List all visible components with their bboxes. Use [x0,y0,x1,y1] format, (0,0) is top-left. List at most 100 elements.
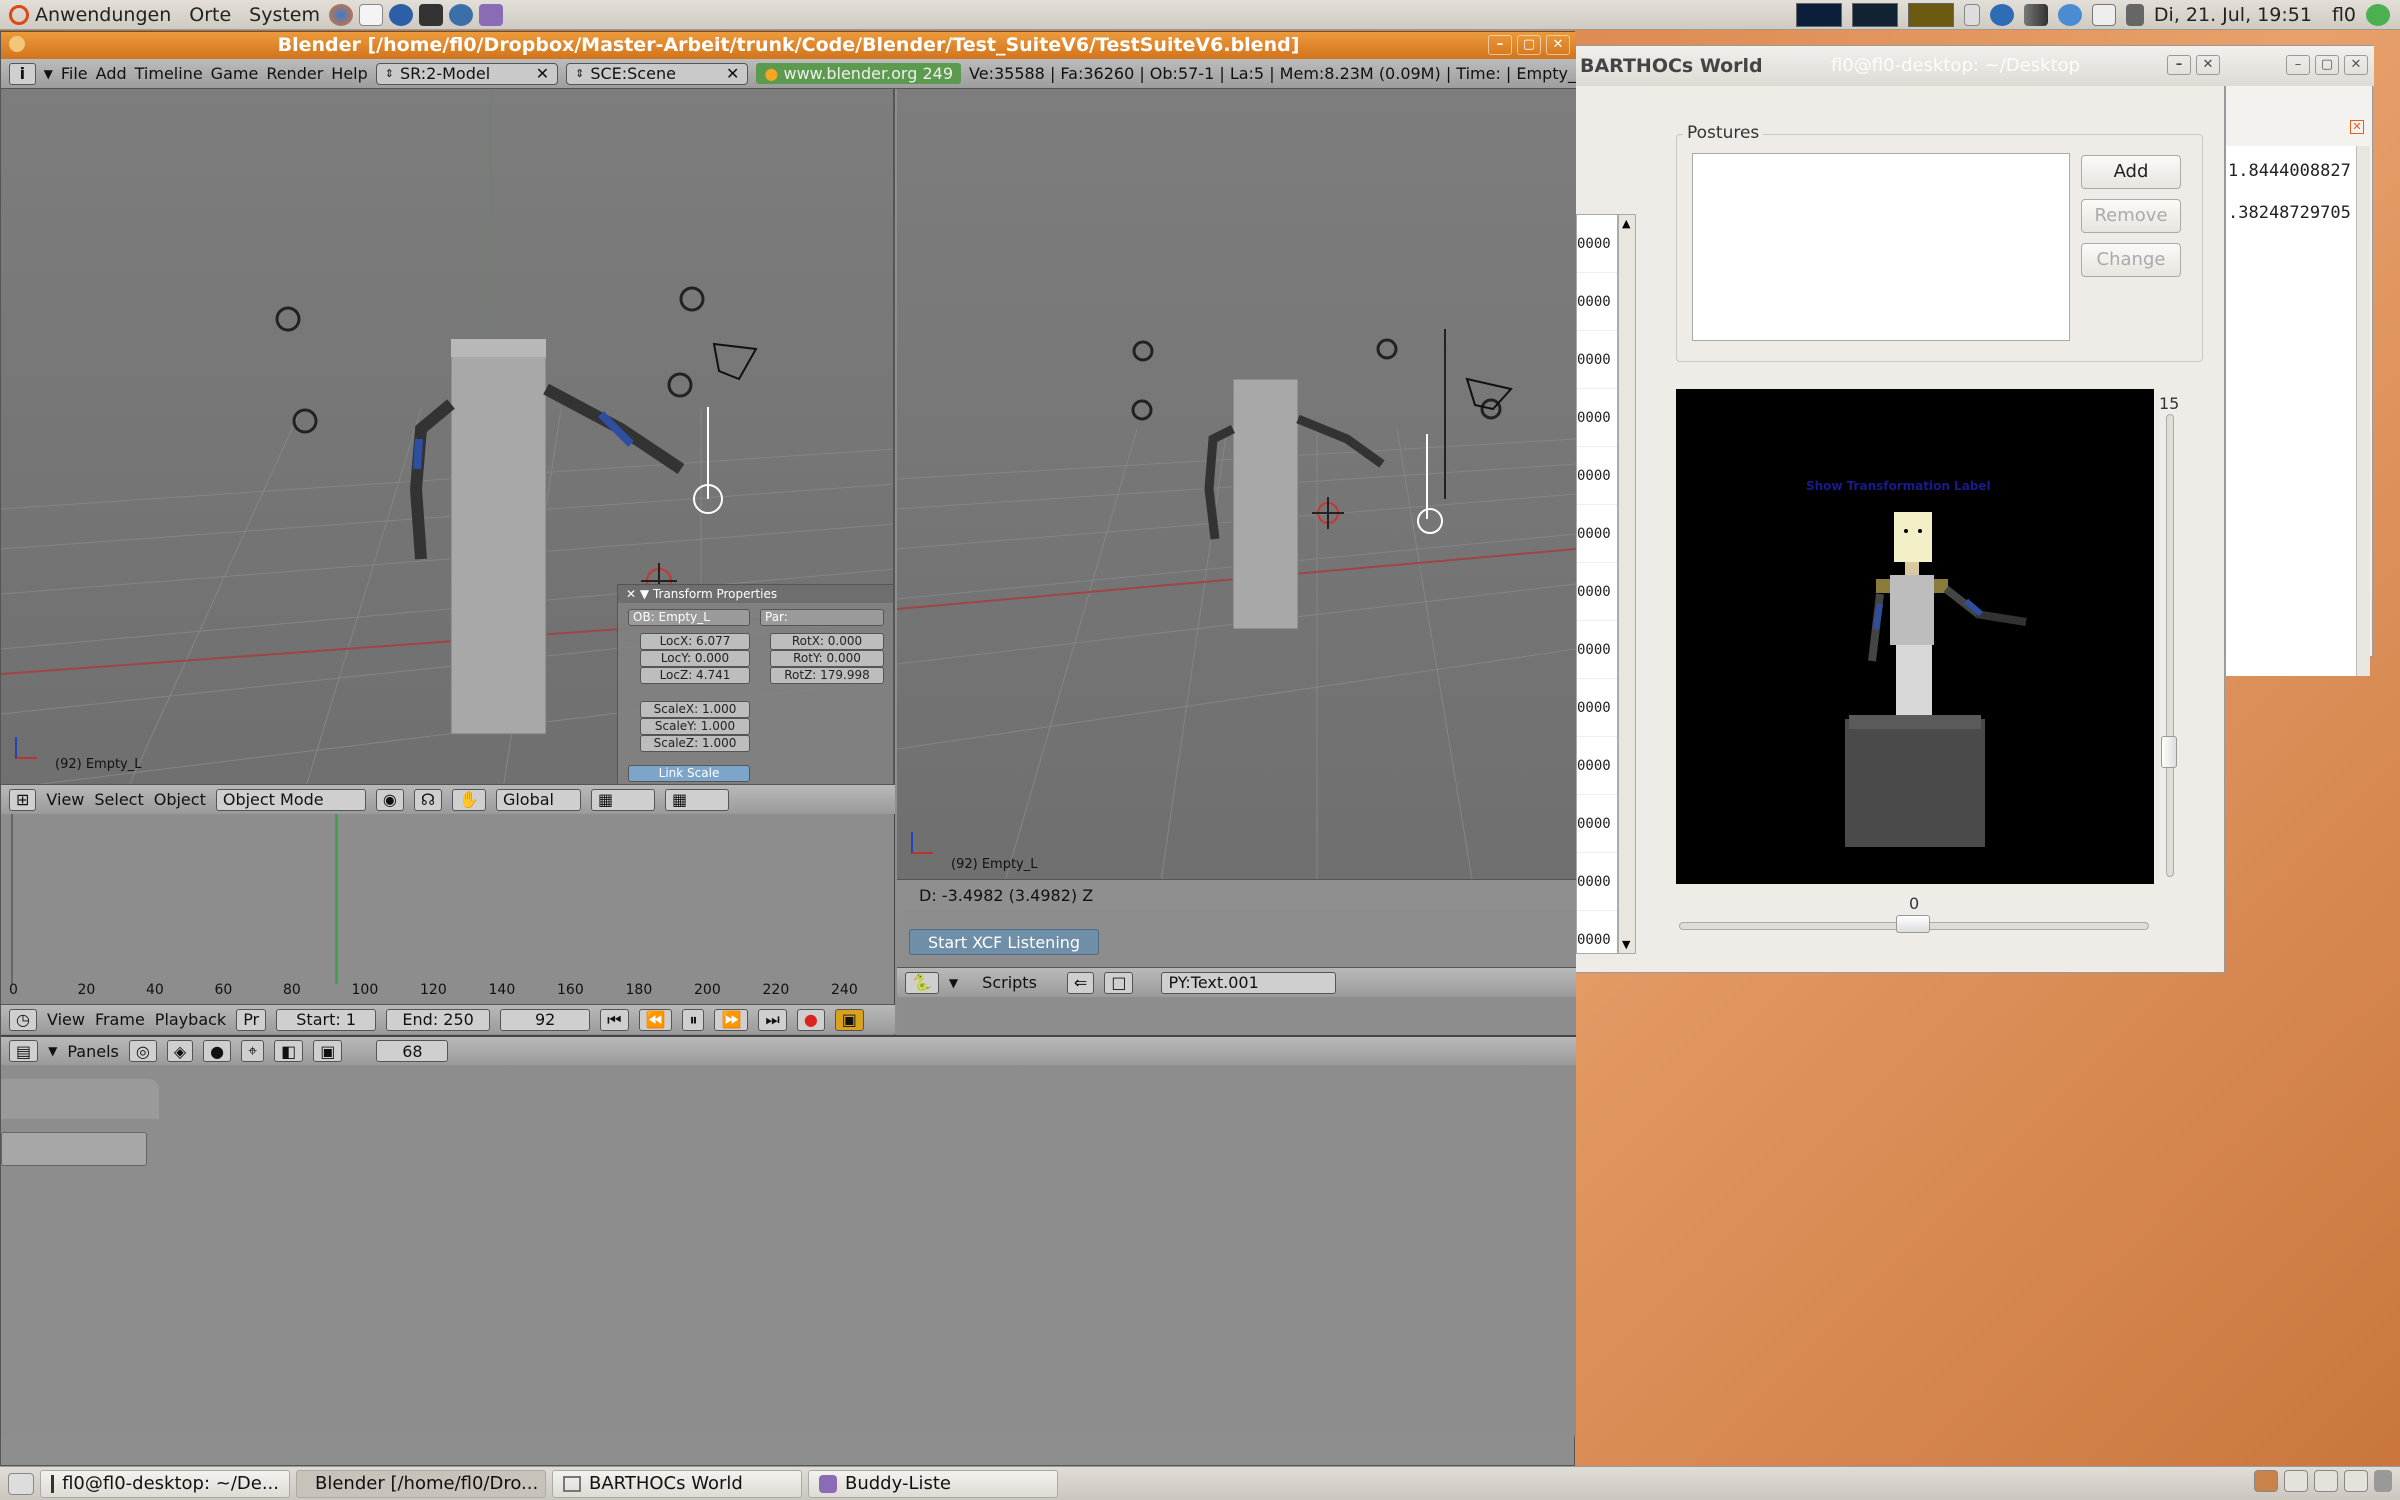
close-icon[interactable]: ✕ [2344,55,2368,75]
step-forward-icon[interactable]: ⏩ [714,1008,749,1031]
volume-icon[interactable] [2125,4,2144,26]
notes-icon[interactable] [1963,4,1980,26]
object-name-field[interactable]: OB: Empty_L [628,609,750,626]
collapse-icon[interactable]: ▼ [949,976,958,990]
panel-tab[interactable] [1,1079,159,1119]
transform-properties-header[interactable]: ✕ ▼ Transform Properties [618,585,893,603]
values-list-item[interactable]: 0000 [1577,505,1617,563]
step-back-icon[interactable]: ⏪ [638,1008,673,1031]
timeline-menu-playback[interactable]: Playback [155,1010,226,1029]
buttons-editor-icon[interactable]: ▤ [9,1040,39,1062]
power-icon[interactable] [2366,4,2390,26]
values-list-item[interactable]: 0000 [1577,679,1617,737]
collapse-icon[interactable]: ▼ [44,67,53,81]
taskbar-item-buddy-list[interactable]: Buddy-Liste [808,1469,1058,1498]
start-xcf-listening-button[interactable]: Start XCF Listening [909,929,1099,955]
scaley-field[interactable]: ScaleY: 1.000 [640,718,750,735]
values-list-item[interactable]: 0000 [1577,447,1617,505]
pivot-icon[interactable]: ☊ [413,788,443,811]
menu-timeline[interactable]: Timeline [135,64,203,83]
object-context-icon[interactable]: ⌖ [241,1040,265,1062]
network-icon[interactable] [2057,4,2082,26]
maximize-icon[interactable]: ▢ [1517,35,1541,55]
menu-help[interactable]: Help [331,64,367,83]
values-list-item[interactable]: 0000 [1577,853,1617,911]
roty-field[interactable]: RotY: 0.000 [770,650,884,667]
fullscreen-icon[interactable]: □ [1104,971,1134,994]
menu-system[interactable]: System [240,4,329,26]
workspace-3-icon[interactable] [2314,1470,2338,1492]
blender-window[interactable]: Blender [/home/fl0/Dropbox/Master-Arbeit… [0,31,1576,1466]
scalez-field[interactable]: ScaleZ: 1.000 [640,735,750,752]
locy-field[interactable]: LocY: 0.000 [640,650,750,667]
mode-selector[interactable]: Object Mode [215,788,366,811]
show-desktop-icon[interactable] [8,1472,34,1495]
text-selector[interactable]: PY:Text.001 [1161,971,1337,994]
values-list-item[interactable]: 0000 [1577,215,1617,273]
layers-icon[interactable]: ▦ [590,788,655,811]
scene-selector[interactable]: ⇕ SCE:Scene ✕ [566,62,749,85]
end-frame-field[interactable]: End: 250 [386,1008,491,1031]
change-posture-button[interactable]: Change [2081,243,2181,277]
logic-context-icon[interactable]: ◎ [128,1040,157,1062]
robot-render-canvas[interactable]: Show Transformation Label [1676,389,2154,884]
terminal-window[interactable]: – ▢ ✕ ✕ 1.8444008827 .38248729705 [2225,45,2374,676]
menu-view[interactable]: View [46,790,84,809]
delete-scene-icon[interactable]: ✕ [726,64,739,83]
menu-add[interactable]: Add [96,64,127,83]
rotx-field[interactable]: RotX: 0.000 [770,633,884,650]
screen-selector[interactable]: ⇕ SR:2-Model ✕ [375,62,559,85]
collapse-icon[interactable]: ▼ [48,1044,57,1058]
manipulator-hand-icon[interactable]: ✋ [452,788,486,811]
jump-start-icon[interactable]: ⏮ [600,1008,629,1031]
viewport-right[interactable]: (92) Empty_L D: -3.4982 (3.4982) Z [897,89,1576,909]
vertical-slider[interactable] [2166,414,2174,877]
barthocs-window[interactable]: BARTHOCs World fl0@fl0-desktop: ~/Deskto… [1575,45,2226,973]
close-icon[interactable]: ✕ [2196,55,2220,75]
blender-window-menu-icon[interactable] [9,36,25,52]
scroll-up-icon[interactable]: ▲ [1622,217,1630,230]
menu-places[interactable]: Orte [180,4,240,26]
frame-field[interactable]: 68 [376,1040,449,1062]
envelope-icon[interactable] [2091,4,2116,26]
minimize-icon[interactable]: – [2286,55,2310,75]
timeline-editor[interactable]: 0 20 40 60 80 100 120 140 160 180 200 220 240 ◷ View… [1,814,895,1052]
blender-titlebar[interactable]: Blender [/home/fl0/Dropbox/Master-Arbeit… [1,32,1576,59]
scripts-editor-icon[interactable]: 🐍 [905,971,939,994]
viewport-left[interactable]: (92) Empty_L ✕ ▼ Transform Properties OB… [1,89,895,803]
blender-org-link[interactable]: ● www.blender.org 249 [756,63,962,84]
orientation-selector[interactable]: Global [495,788,581,811]
locz-field[interactable]: LocZ: 4.741 [640,667,750,684]
editor-type-icon[interactable]: ⊞ [9,788,37,811]
horizontal-slider-handle[interactable] [1896,915,1930,933]
record-icon[interactable]: ● [796,1008,825,1031]
menu-select[interactable]: Select [94,790,143,809]
remove-posture-button[interactable]: Remove [2081,199,2181,233]
locx-field[interactable]: LocX: 6.077 [640,633,750,650]
pidgin-icon[interactable] [479,3,504,26]
values-list-item[interactable]: 0000 [1577,911,1617,953]
transform-properties-panel[interactable]: ✕ ▼ Transform Properties OB: Empty_L Par… [617,584,893,803]
current-frame-field[interactable]: 92 [500,1008,591,1031]
taskbar-item-blender[interactable]: Blender [/home/fl0/Dro... [296,1469,546,1498]
close-panel-icon[interactable]: ✕ ▼ [626,587,649,601]
values-list-item[interactable]: 0000 [1577,621,1617,679]
values-list-item[interactable]: 0000 [1577,389,1617,447]
jump-end-icon[interactable]: ⏭ [758,1008,787,1031]
values-list-item[interactable]: 0000 [1577,563,1617,621]
taskbar-item-terminal[interactable]: fl0@fl0-desktop: ~/De... [40,1469,290,1498]
shading-context-icon[interactable]: ● [203,1040,232,1062]
values-list[interactable]: 0000 0000 0000 0000 0000 0000 0000 0000 0000 0000… [1576,214,1618,954]
values-list-scrollbar[interactable]: ▲ ▼ [1618,214,1636,954]
workspace-2-icon[interactable] [2284,1470,2308,1492]
mail-icon[interactable] [359,3,384,26]
timeline-menu-frame[interactable]: Frame [95,1010,145,1029]
values-list-item[interactable]: 0000 [1577,795,1617,853]
workspace-4-icon[interactable] [2344,1470,2368,1492]
terminal-icon[interactable] [419,3,444,26]
postures-list[interactable] [1692,153,2070,341]
menu-object[interactable]: Object [154,790,206,809]
terminal-close-tab-icon[interactable]: ✕ [2350,120,2364,134]
keying-icon[interactable]: ▣ [834,1008,864,1031]
add-posture-button[interactable]: Add [2081,155,2181,189]
